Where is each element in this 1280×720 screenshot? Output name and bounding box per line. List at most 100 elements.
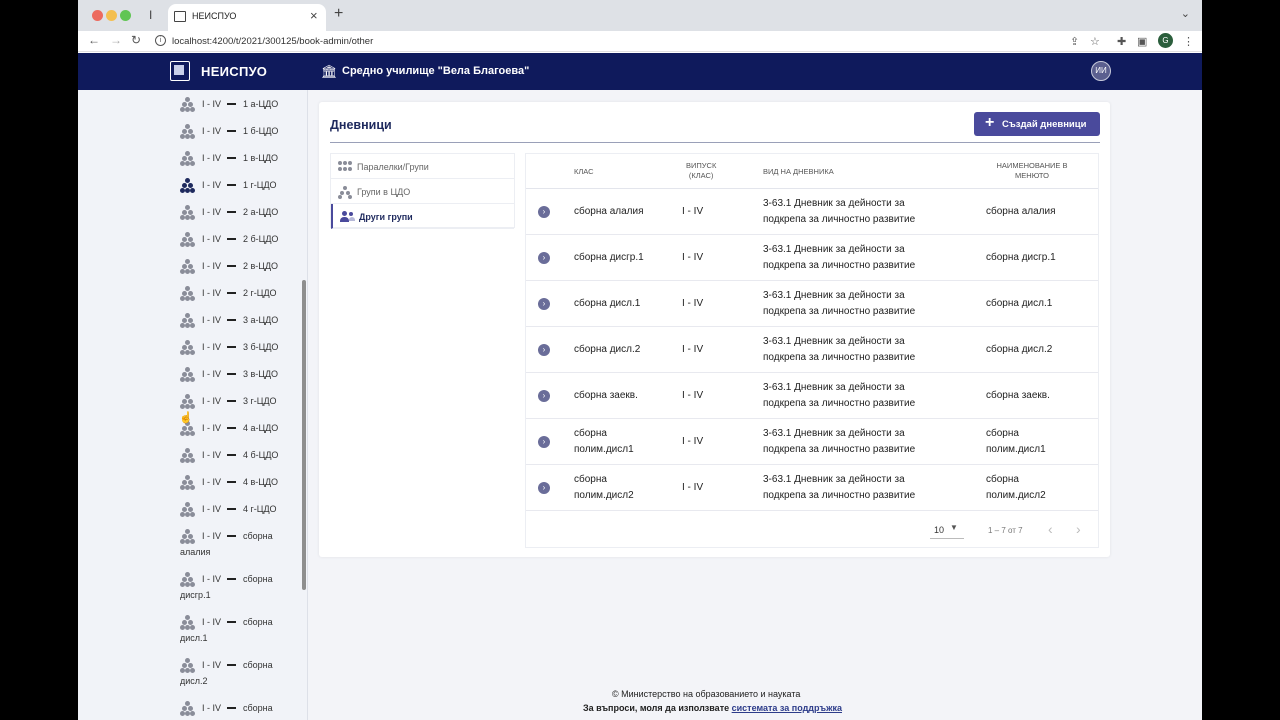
table-row[interactable]: › сборна дисгр.1 I - IV 3-63.1 Дневник за д… bbox=[526, 235, 1098, 281]
cell-class: сборна дисл.2 bbox=[574, 344, 641, 355]
header-graduation[interactable]: Випуск (клас) bbox=[686, 161, 716, 181]
nav-item-classes-groups[interactable]: Паралелки/Групи bbox=[331, 154, 514, 179]
profile-avatar[interactable]: G bbox=[1158, 33, 1173, 48]
chevron-down-icon: ▼ bbox=[950, 523, 958, 532]
table-row[interactable]: › сборна дисл.2 I - IV 3-63.1 Дневник за де… bbox=[526, 327, 1098, 373]
cell-grade: I - IV bbox=[682, 436, 704, 447]
open-row-icon[interactable]: › bbox=[538, 298, 550, 310]
maximize-window-icon[interactable] bbox=[120, 10, 131, 21]
group-icon bbox=[180, 178, 196, 193]
table-row[interactable]: › сборна заекв. I - IV 3-63.1 Дневник за де… bbox=[526, 373, 1098, 419]
sidebar-item-name: 2 в-ЦДО bbox=[243, 261, 279, 271]
table-row[interactable]: › сборна алалия I - IV 3-63.1 Дневник за де… bbox=[526, 189, 1098, 235]
cell-menu-name: сборна полим.дисл1 bbox=[986, 428, 1046, 455]
brand-name[interactable]: НЕИСПУО bbox=[201, 64, 267, 79]
cell-menu-name: сборна алалия bbox=[986, 206, 1056, 217]
support-link[interactable]: системата за поддръжка bbox=[732, 703, 842, 713]
sidebar-item-level: I - IV bbox=[202, 477, 222, 487]
neispuo-logo-icon[interactable] bbox=[170, 61, 190, 81]
user-avatar[interactable]: ИИ bbox=[1091, 61, 1111, 81]
cell-book-type: 3-63.1 Дневник за дейности за подкрепа за… bbox=[763, 474, 916, 501]
dash-separator bbox=[227, 238, 236, 240]
sidebar-item-level: I - IV bbox=[202, 574, 222, 584]
page-title: Дневници bbox=[330, 118, 392, 132]
mouse-cursor-icon: ☝ bbox=[179, 412, 193, 424]
sidebar-item-name: 1 в-ЦДО bbox=[243, 153, 279, 163]
dash-separator bbox=[227, 621, 236, 623]
open-row-icon[interactable]: › bbox=[538, 482, 550, 494]
header-menu-name[interactable]: Наименование в менюто bbox=[992, 161, 1072, 181]
cell-book-type: 3-63.1 Дневник за дейности за подкрепа за… bbox=[763, 336, 916, 363]
school-name: Средно училище "Вела Благоева" bbox=[342, 65, 530, 77]
table-row[interactable]: › сборна полим.дисл2 I - IV 3-63.1 Дневник з… bbox=[526, 465, 1098, 511]
open-row-icon[interactable]: › bbox=[538, 344, 550, 356]
books-table: Клас Випуск (клас) Вид на дневника Наимен… bbox=[525, 153, 1099, 548]
sidebar-scrollbar[interactable] bbox=[302, 280, 306, 590]
sidebar-item-name: 3 в-ЦДО bbox=[243, 369, 279, 379]
sidebar-item-name: 4 г-ЦДО bbox=[243, 504, 277, 514]
school-building-icon: 🏛 bbox=[321, 64, 338, 79]
table-row[interactable]: › сборна полим.дисл1 I - IV 3-63.1 Дневник з… bbox=[526, 419, 1098, 465]
sidebar-item-name: сборна bbox=[243, 574, 273, 584]
forward-icon[interactable]: → bbox=[110, 33, 122, 47]
header-book-type[interactable]: Вид на дневника bbox=[763, 167, 834, 177]
cell-class: сборна заекв. bbox=[574, 390, 638, 401]
next-page-icon[interactable]: › bbox=[1076, 521, 1081, 537]
site-info-icon[interactable]: i bbox=[155, 35, 166, 46]
bookmark-star-icon[interactable]: ☆ bbox=[1090, 35, 1100, 48]
dash-separator bbox=[227, 578, 236, 580]
table-header: Клас Випуск (клас) Вид на дневника Наимен… bbox=[526, 154, 1098, 189]
sidebar-item-level: I - IV bbox=[202, 180, 222, 190]
dash-separator bbox=[227, 103, 236, 105]
sidebar-item-name: 1 г-ЦДО bbox=[243, 180, 277, 190]
dash-separator bbox=[227, 319, 236, 321]
create-books-button[interactable]: + Създай дневници bbox=[974, 112, 1100, 136]
cell-book-type: 3-63.1 Дневник за дейности за подкрепа за… bbox=[763, 198, 916, 225]
cell-class: сборна дисгр.1 bbox=[574, 252, 644, 263]
other-groups-icon bbox=[340, 211, 355, 222]
reload-icon[interactable]: ↻ bbox=[131, 33, 141, 47]
cell-grade: I - IV bbox=[682, 482, 704, 493]
tab-search-icon[interactable]: I bbox=[149, 8, 152, 22]
footer-copyright: © Министерство на образованието и наукат… bbox=[612, 689, 801, 699]
page-size-select[interactable]: 10 ▼ bbox=[930, 521, 964, 539]
share-icon[interactable]: ⇪ bbox=[1070, 35, 1079, 48]
dash-separator bbox=[227, 427, 236, 429]
cell-menu-name: сборна полим.дисл2 bbox=[986, 474, 1046, 501]
minimize-window-icon[interactable] bbox=[106, 10, 117, 21]
group-icon bbox=[180, 205, 196, 220]
group-icon bbox=[180, 340, 196, 355]
nav-item-other-groups[interactable]: Други групи bbox=[331, 204, 514, 229]
side-panel-icon[interactable]: ▣ bbox=[1137, 35, 1147, 48]
plus-icon: + bbox=[985, 114, 995, 131]
close-tab-icon[interactable]: × bbox=[310, 8, 318, 23]
cell-class: сборна дисл.1 bbox=[574, 298, 641, 309]
open-row-icon[interactable]: › bbox=[538, 252, 550, 264]
new-tab-icon[interactable]: + bbox=[334, 5, 343, 23]
table-row[interactable]: › сборна дисл.1 I - IV 3-63.1 Дневник за де… bbox=[526, 281, 1098, 327]
browser-tab[interactable]: НЕИСПУО × bbox=[168, 4, 326, 31]
back-icon[interactable]: ← bbox=[88, 33, 100, 47]
previous-page-icon[interactable]: ‹ bbox=[1048, 521, 1053, 537]
cell-book-type: 3-63.1 Дневник за дейности за подкрепа за… bbox=[763, 244, 916, 271]
group-icon bbox=[180, 448, 196, 463]
open-row-icon[interactable]: › bbox=[538, 206, 550, 218]
header-class[interactable]: Клас bbox=[574, 167, 594, 177]
extensions-icon[interactable]: ✚ bbox=[1117, 35, 1126, 48]
open-row-icon[interactable]: › bbox=[538, 390, 550, 402]
open-row-icon[interactable]: › bbox=[538, 436, 550, 448]
sidebar-item-name-cont: дисл.1 bbox=[180, 633, 208, 643]
sidebar-item-level: I - IV bbox=[202, 396, 222, 406]
url-bar[interactable]: i localhost:4200/t/2021/300125/book-admi… bbox=[148, 32, 1058, 50]
sidebar: I - IV 1 а-ЦДО I - IV 1 б-ЦДО I - IV 1 в-ЦДО I… bbox=[78, 90, 308, 720]
cell-menu-name: сборна заекв. bbox=[986, 390, 1050, 401]
page-range: 1 – 7 от 7 bbox=[988, 526, 1023, 535]
tab-list-chevron-icon[interactable]: ⌄ bbox=[1181, 7, 1190, 20]
sidebar-item-level: I - IV bbox=[202, 207, 222, 217]
nav-item-cdo-groups[interactable]: Групи в ЦДО bbox=[331, 179, 514, 204]
cell-book-type: 3-63.1 Дневник за дейности за подкрепа за… bbox=[763, 428, 916, 455]
browser-menu-icon[interactable]: ⋮ bbox=[1183, 35, 1194, 48]
sidebar-item-level: I - IV bbox=[202, 617, 222, 627]
classes-groups-icon bbox=[338, 161, 353, 172]
close-window-icon[interactable] bbox=[92, 10, 103, 21]
